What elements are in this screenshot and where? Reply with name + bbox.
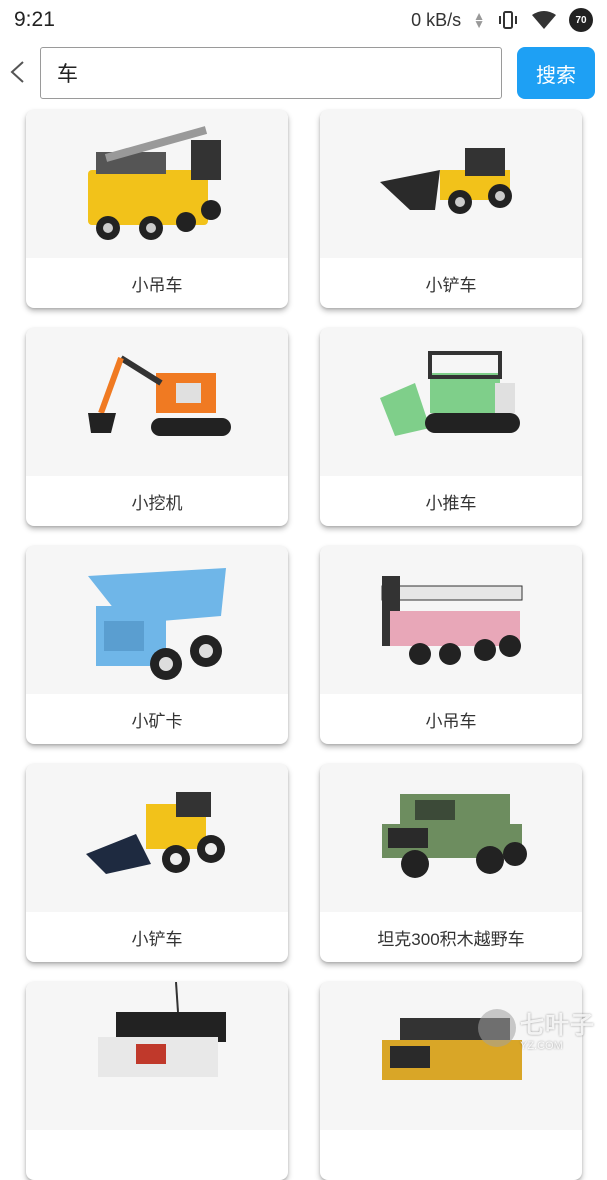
crane-truck-image [26, 110, 288, 258]
result-card[interactable]: 小矿卡 [26, 546, 288, 744]
status-time: 9:21 [14, 8, 55, 31]
result-card[interactable]: 坦克300积木越野车 [320, 764, 582, 962]
wifi-icon [532, 11, 556, 29]
result-card[interactable]: 小吊车 [320, 546, 582, 744]
watermark: 七叶子 YZ.COM [478, 1005, 598, 1052]
result-card[interactable] [26, 982, 288, 1180]
watermark-logo [478, 1009, 516, 1047]
result-card[interactable]: 小铲车 [320, 110, 582, 308]
watermark-text: 七叶子 YZ.COM [520, 1005, 595, 1052]
result-card[interactable]: 小推车 [320, 328, 582, 526]
result-label: 小铲车 [131, 929, 183, 949]
search-input[interactable]: 车 [40, 47, 502, 99]
status-icons: 0 kB/s ▲ ▼ 70 [411, 8, 593, 32]
result-label: 小铲车 [425, 275, 477, 295]
result-label: 小推车 [425, 493, 477, 513]
result-label: 小矿卡 [131, 711, 183, 731]
result-label: 坦克300积木越野车 [377, 929, 525, 949]
mining-truck-image [26, 546, 288, 694]
result-card[interactable]: 小吊车 [26, 110, 288, 308]
watermark-small: YZ.COM [520, 1039, 563, 1052]
excavator-image [26, 328, 288, 476]
data-arrows-icon: ▲ ▼ [473, 9, 485, 31]
result-card[interactable]: 小铲车 [26, 764, 288, 962]
wheel-loader-image [320, 110, 582, 258]
network-speed: 0 kB/s [411, 9, 462, 30]
search-button[interactable]: 搜索 [517, 47, 595, 99]
search-row: 车 搜索 [0, 45, 607, 101]
result-label: 小吊车 [131, 275, 183, 295]
result-card[interactable]: 小挖机 [26, 328, 288, 526]
offroad-suv-image [320, 764, 582, 912]
bulldozer-image [320, 328, 582, 476]
wheel-loader-2-image [26, 764, 288, 912]
watermark-big: 七叶子 [520, 1011, 595, 1039]
result-label: 小吊车 [425, 711, 477, 731]
vibrate-icon [499, 11, 517, 29]
status-bar: 9:21 0 kB/s ▲ ▼ 70 [0, 0, 607, 40]
result-label: 小挖机 [131, 493, 183, 513]
offroad-buggy-white-image [26, 982, 288, 1130]
crane-truck-pink-image [320, 546, 582, 694]
battery-icon: 70 [569, 8, 593, 32]
chevron-left-icon[interactable] [6, 57, 30, 87]
